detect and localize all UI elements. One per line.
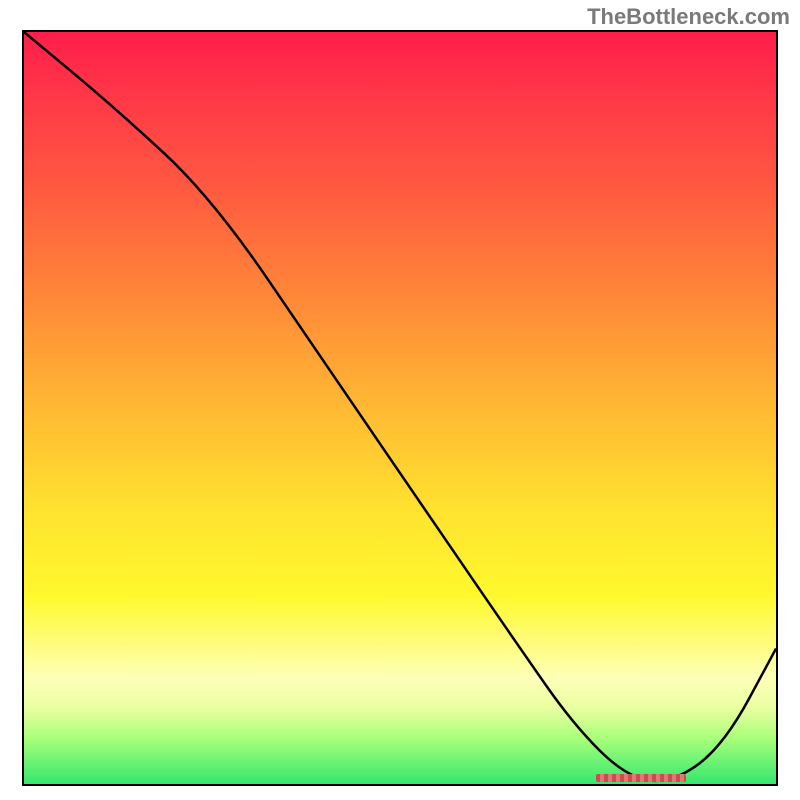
- watermark-text: TheBottleneck.com: [587, 4, 790, 30]
- bottleneck-curve: [24, 32, 776, 784]
- chart-plot-area: [22, 30, 778, 786]
- optimal-range-marker: [596, 774, 686, 782]
